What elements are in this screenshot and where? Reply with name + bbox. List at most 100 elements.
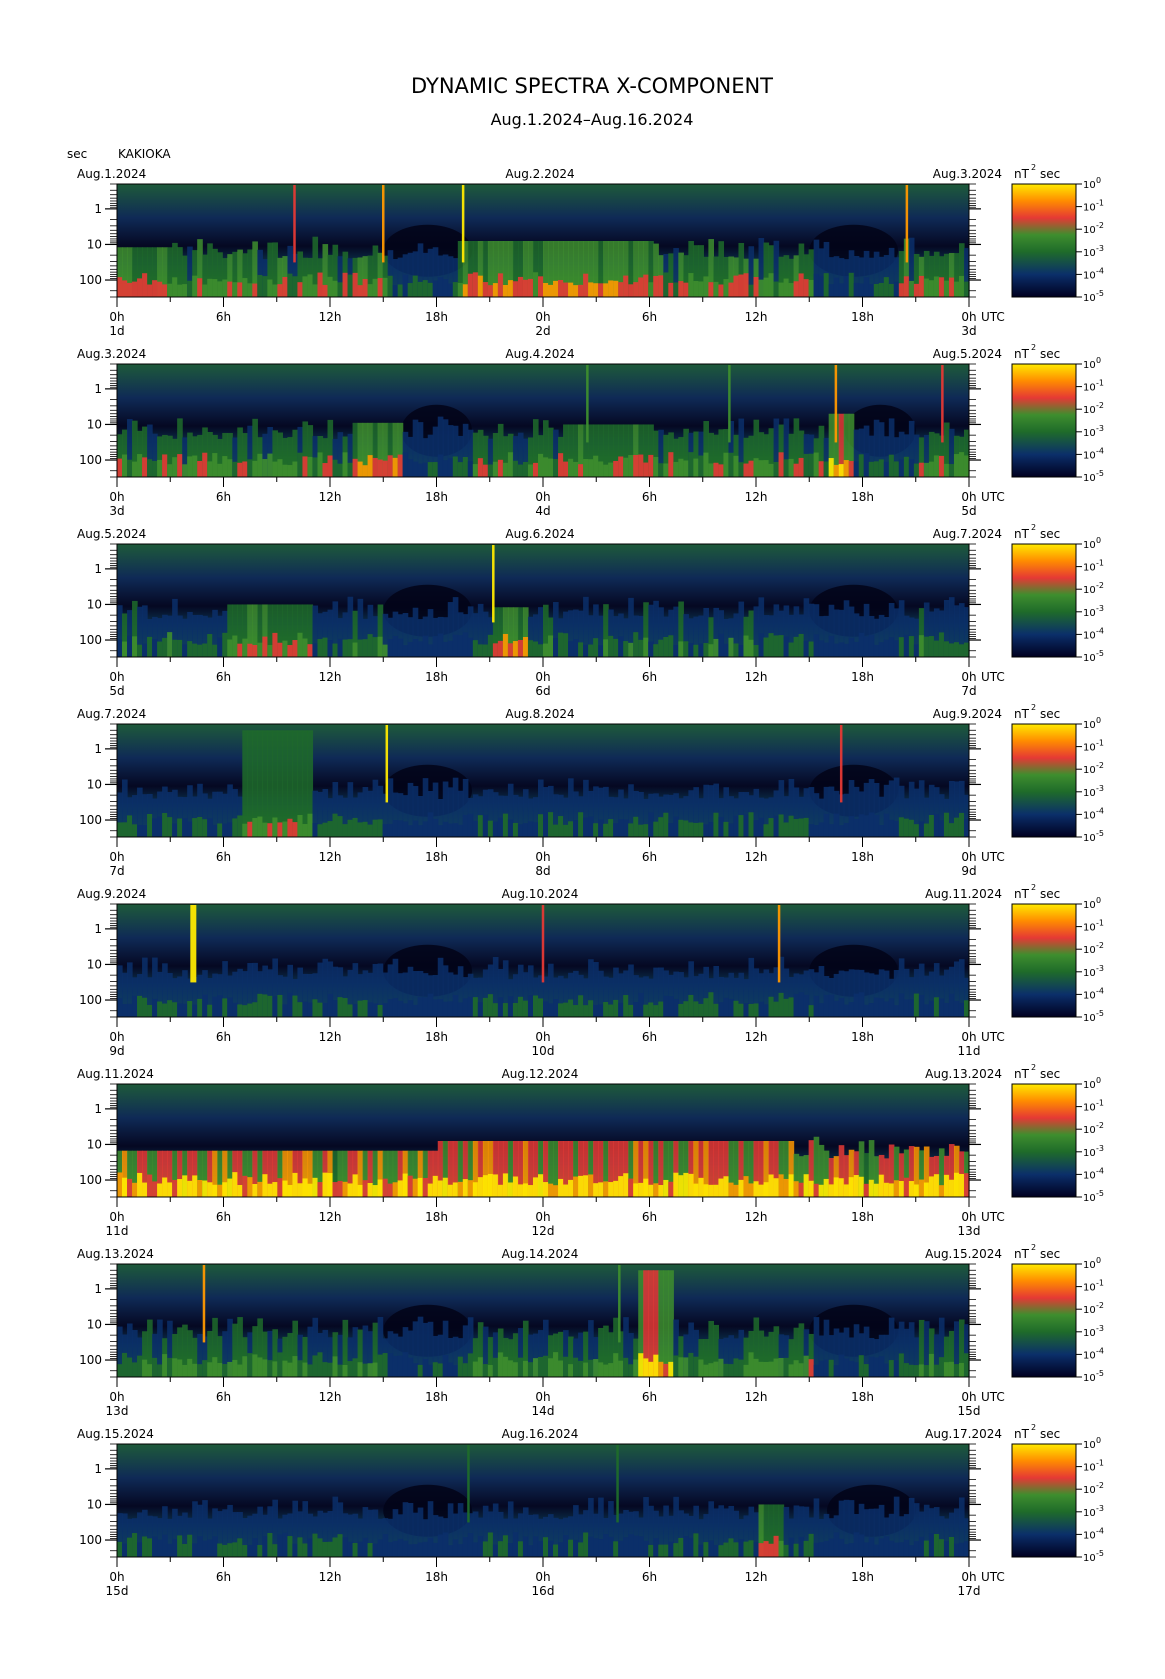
colorbar-tick-exp: -4 — [1096, 806, 1104, 815]
spectral-hot-column — [422, 280, 429, 297]
spectral-hot-column — [167, 1182, 173, 1197]
spectral-hot-column — [257, 642, 263, 657]
spectral-hot-column — [948, 277, 955, 297]
colorbar-tick-base: 10 — [1083, 563, 1096, 574]
spectral-hot-column — [558, 1360, 564, 1377]
spectral-hot-column — [517, 1541, 524, 1557]
spectral-hot-column — [593, 638, 599, 657]
spectral-hot-column — [422, 1541, 429, 1557]
y-tick-label: 10 — [87, 1497, 102, 1511]
spectral-hot-column — [367, 634, 374, 657]
spectral-hot-column — [948, 643, 955, 657]
spectral-hot-column — [703, 643, 709, 657]
day-label: 11d — [106, 1224, 129, 1238]
spectral-hot-column — [613, 638, 619, 657]
spectral-hot-column — [307, 644, 314, 657]
spectral-hot-column — [853, 818, 860, 837]
spectral-hot-column — [558, 279, 564, 297]
spectral-hot-column — [232, 282, 238, 297]
spectral-hot-column — [863, 1364, 870, 1377]
spectral-hot-column — [933, 455, 940, 477]
colorbar-tick-base: 10 — [1083, 990, 1096, 1001]
spectral-hot-column — [758, 1361, 765, 1377]
spectral-hot-column — [442, 821, 449, 837]
spectral-hot-column — [673, 644, 679, 657]
spectral-hot-column — [232, 1359, 238, 1377]
day-label: 15d — [106, 1584, 129, 1598]
spectral-hot-column — [402, 645, 409, 657]
spectral-hot-column — [953, 1172, 960, 1197]
spectral-hot-column — [948, 1536, 955, 1557]
spectral-hot-column — [553, 458, 559, 477]
spectral-hot-column — [958, 452, 965, 477]
spectral-hot-column — [808, 453, 815, 477]
spectral-hot-column — [172, 823, 178, 837]
spectral-hot-column — [703, 1542, 709, 1557]
spectral-hot-column — [157, 816, 163, 837]
spectral-hot-column — [227, 639, 233, 657]
spectral-hot-column — [367, 1363, 374, 1377]
spectral-hot-column — [322, 637, 329, 657]
day-label: 10d — [532, 1044, 555, 1058]
spectral-hot-column — [467, 637, 474, 657]
spectral-hot-column — [437, 1363, 444, 1377]
spectral-hot-column — [893, 820, 900, 837]
spectral-hot-column — [442, 279, 449, 297]
panel-mid-date: Aug.12.2024 — [502, 1067, 579, 1081]
colorbar-tick-base: 10 — [1083, 473, 1096, 484]
spectral-hot-column — [397, 454, 404, 477]
spectral-hot-column — [928, 280, 935, 297]
spectral-hot-column — [678, 1357, 684, 1377]
spectral-hot-column — [948, 464, 955, 477]
spectral-hot-column — [868, 1179, 875, 1197]
spectral-hot-column — [648, 454, 654, 477]
spectral-hot-column — [497, 997, 504, 1017]
spectral-hot-column — [933, 813, 940, 837]
spectral-hot-column — [507, 643, 514, 657]
spectral-hot-column — [633, 1535, 639, 1557]
spectral-hot-column — [673, 461, 679, 477]
spectral-hot-column — [908, 819, 915, 837]
spectral-hot-column — [357, 1184, 364, 1197]
spectral-hot-column — [157, 1539, 163, 1557]
spectral-hot-column — [487, 994, 494, 1017]
spectral-hot-column — [658, 639, 664, 657]
spectral-hot-column — [347, 1183, 354, 1197]
spectral-hot-column — [578, 1175, 584, 1197]
spectral-hot-column — [307, 1364, 314, 1377]
spectral-hot-column — [292, 1356, 299, 1377]
spectral-hot-column — [267, 1532, 273, 1557]
x-tick-label: 6h — [642, 1390, 657, 1404]
spectral-hot-column — [733, 1358, 740, 1377]
spectral-hot-column — [262, 1536, 268, 1557]
spectral-hot-column — [888, 283, 895, 297]
x-tick-label: 12h — [319, 850, 342, 864]
x-tick-label: 0h — [535, 1570, 550, 1584]
event-spike — [586, 365, 589, 443]
spectral-hot-column — [568, 999, 574, 1017]
spectral-hot-column — [618, 282, 624, 297]
spectral-hot-column — [718, 633, 725, 657]
spectral-column — [282, 730, 288, 837]
spectral-hot-column — [543, 812, 549, 837]
day-label: 12d — [532, 1224, 555, 1238]
spectral-hot-column — [788, 815, 795, 837]
x-tick-label: 0h — [961, 670, 976, 684]
colorbar-tick-base: 10 — [1083, 1463, 1096, 1474]
spectral-hot-column — [713, 1184, 720, 1197]
spectral-hot-column — [888, 1540, 895, 1557]
spectral-hot-column — [382, 824, 389, 837]
spectral-hot-column — [943, 812, 950, 837]
spectral-hot-column — [843, 460, 850, 477]
spectral-hot-column — [743, 635, 750, 657]
spectral-hot-column — [362, 1000, 369, 1017]
spectral-hot-column — [783, 459, 790, 477]
spectral-hot-column — [573, 1357, 579, 1377]
spectral-hot-column — [928, 814, 935, 837]
spectral-hot-column — [462, 457, 469, 477]
spectral-hot-column — [778, 1357, 785, 1377]
spectral-hot-column — [432, 1175, 439, 1197]
colorbar-tick-exp: -2 — [1096, 581, 1104, 590]
spectral-hot-column — [197, 278, 203, 297]
spectral-hot-column — [387, 998, 394, 1017]
